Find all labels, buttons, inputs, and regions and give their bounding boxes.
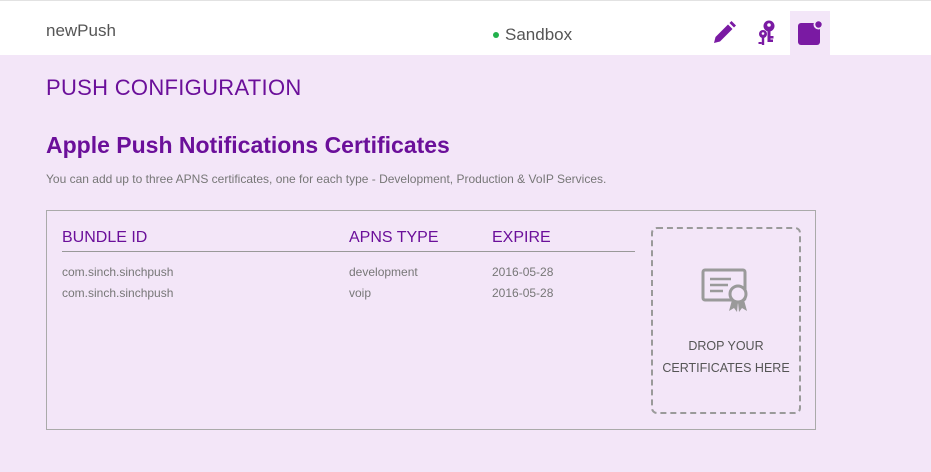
edit-button[interactable] [704, 11, 744, 55]
column-header-bundle-id: BUNDLE ID [62, 229, 148, 246]
apns-type-cell: voip [349, 286, 372, 300]
environment-label: Sandbox [505, 25, 573, 44]
keys-button[interactable] [748, 11, 788, 55]
page-title: PUSH CONFIGURATION [46, 75, 302, 100]
expire-cell: 2016-05-28 [492, 265, 554, 279]
section-description: You can add up to three APNS certificate… [46, 172, 607, 186]
dropzone-label: DROP YOUR CERTIFICATES HERE [653, 335, 799, 379]
certificate-icon [701, 268, 748, 312]
certificate-dropzone[interactable]: DROP YOUR CERTIFICATES HERE [651, 227, 801, 414]
section-subtitle: Apple Push Notifications Certificates [46, 132, 450, 158]
app-name: newPush [46, 21, 116, 40]
bundle-id-cell: com.sinch.sinchpush [62, 286, 174, 300]
notifications-button[interactable] [790, 11, 830, 55]
notification-icon [798, 20, 823, 45]
apns-type-cell: development [349, 265, 418, 279]
column-header-expire: EXPIRE [492, 229, 551, 246]
environment-indicator: Sandbox [493, 25, 572, 45]
certificates-panel: BUNDLE ID APNS TYPE EXPIRE com.sinch.sin… [46, 210, 816, 430]
bundle-id-cell: com.sinch.sinchpush [62, 265, 174, 279]
status-dot-icon [493, 32, 499, 38]
keys-icon [758, 20, 775, 45]
expire-cell: 2016-05-28 [492, 286, 554, 300]
pencil-icon [714, 21, 736, 43]
dropzone-label-line1: DROP YOUR [688, 339, 764, 353]
top-bar: newPush Sandbox [0, 0, 931, 55]
dropzone-label-line2: CERTIFICATES HERE [662, 361, 790, 375]
header-divider [62, 251, 635, 252]
column-header-apns-type: APNS TYPE [349, 229, 439, 246]
